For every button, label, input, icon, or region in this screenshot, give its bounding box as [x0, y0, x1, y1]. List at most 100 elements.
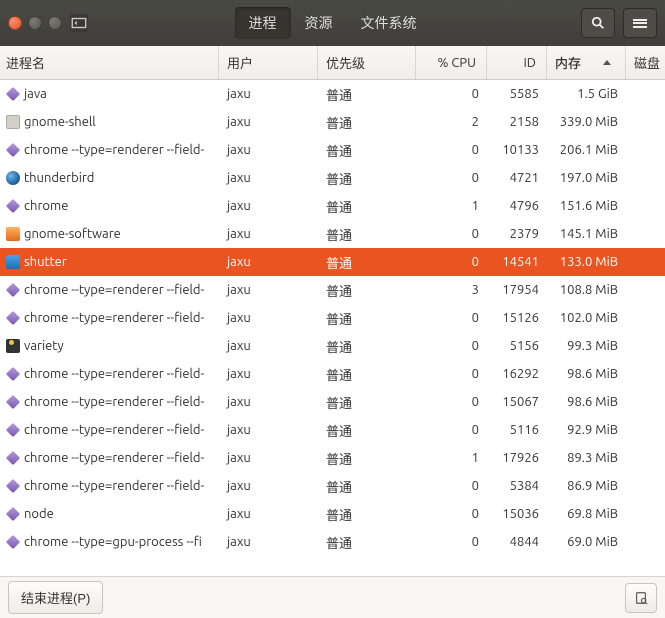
table-header: 进程名 用户 优先级 % CPU ID 内存 磁盘 [0, 46, 665, 80]
process-name: chrome --type=renderer --field- [24, 423, 204, 437]
tab-filesystems[interactable]: 文件系统 [347, 7, 431, 39]
process-priority: 普通 [318, 281, 416, 300]
footer: 结束进程(P) [0, 576, 665, 618]
process-id: 15036 [487, 507, 547, 521]
process-name: chrome --type=renderer --field- [24, 311, 204, 325]
column-header-name[interactable]: 进程名 [0, 46, 219, 79]
table-row[interactable]: shutterjaxu普通014541133.0 MiB [0, 248, 665, 276]
column-header-user[interactable]: 用户 [219, 46, 318, 79]
process-cpu: 0 [416, 311, 487, 325]
process-priority: 普通 [318, 505, 416, 524]
diamond-icon [6, 143, 20, 157]
process-priority: 普通 [318, 225, 416, 244]
properties-button[interactable] [625, 583, 657, 613]
process-memory: 151.6 MiB [547, 199, 626, 213]
table-row[interactable]: gnome-softwarejaxu普通02379145.1 MiB [0, 220, 665, 248]
process-id: 4796 [487, 199, 547, 213]
diamond-icon [6, 311, 20, 325]
table-row[interactable]: chrome --type=renderer --field-jaxu普通015… [0, 304, 665, 332]
process-priority: 普通 [318, 169, 416, 188]
process-memory: 197.0 MiB [547, 171, 626, 185]
properties-icon [634, 591, 648, 605]
table-row[interactable]: gnome-shelljaxu普通22158339.0 MiB [0, 108, 665, 136]
table-row[interactable]: chromejaxu普通14796151.6 MiB [0, 192, 665, 220]
process-priority: 普通 [318, 309, 416, 328]
process-memory: 98.6 MiB [547, 395, 626, 409]
process-user: jaxu [219, 143, 318, 157]
table-row[interactable]: chrome --type=renderer --field-jaxu普通317… [0, 276, 665, 304]
table-row[interactable]: chrome --type=renderer --field-jaxu普通010… [0, 136, 665, 164]
process-priority: 普通 [318, 253, 416, 272]
column-header-disk[interactable]: 磁盘 [626, 46, 665, 79]
table-row[interactable]: chrome --type=renderer --field-jaxu普通016… [0, 360, 665, 388]
column-header-memory-label: 内存 [555, 53, 581, 72]
process-cpu: 0 [416, 143, 487, 157]
table-row[interactable]: chrome --type=renderer --field-jaxu普通053… [0, 472, 665, 500]
header-right [581, 8, 657, 38]
table-row[interactable]: chrome --type=renderer --field-jaxu普通015… [0, 388, 665, 416]
process-name: chrome [24, 199, 68, 213]
process-name: chrome --type=renderer --field- [24, 451, 204, 465]
diamond-icon [6, 87, 20, 101]
process-memory: 98.6 MiB [547, 367, 626, 381]
process-user: jaxu [219, 171, 318, 185]
process-user: jaxu [219, 395, 318, 409]
process-memory: 339.0 MiB [547, 115, 626, 129]
tab-processes[interactable]: 进程 [235, 7, 291, 39]
process-cpu: 0 [416, 423, 487, 437]
process-cpu: 0 [416, 227, 487, 241]
table-row[interactable]: nodejaxu普通01503669.8 MiB [0, 500, 665, 528]
table-row[interactable]: chrome --type=renderer --field-jaxu普通051… [0, 416, 665, 444]
process-name: thunderbird [24, 171, 94, 185]
process-priority: 普通 [318, 421, 416, 440]
process-priority: 普通 [318, 113, 416, 132]
window-minimize-button[interactable] [28, 16, 42, 30]
window-close-button[interactable] [8, 16, 22, 30]
table-row[interactable]: chrome --type=renderer --field-jaxu普通117… [0, 444, 665, 472]
process-cpu: 0 [416, 535, 487, 549]
process-user: jaxu [219, 311, 318, 325]
column-header-cpu[interactable]: % CPU [416, 46, 487, 79]
process-memory: 206.1 MiB [547, 143, 626, 157]
process-priority: 普通 [318, 337, 416, 356]
process-memory: 99.3 MiB [547, 339, 626, 353]
process-cpu: 0 [416, 367, 487, 381]
process-id: 10133 [487, 143, 547, 157]
table-row[interactable]: javajaxu普通055851.5 GiB [0, 80, 665, 108]
diamond-icon [6, 199, 20, 213]
process-user: jaxu [219, 367, 318, 381]
tab-resources[interactable]: 资源 [291, 7, 347, 39]
column-header-priority[interactable]: 优先级 [318, 46, 416, 79]
table-row[interactable]: varietyjaxu普通0515699.3 MiB [0, 332, 665, 360]
process-cpu: 0 [416, 255, 487, 269]
table-row[interactable]: thunderbirdjaxu普通04721197.0 MiB [0, 164, 665, 192]
search-button[interactable] [581, 8, 615, 38]
process-user: jaxu [219, 339, 318, 353]
process-id: 15126 [487, 311, 547, 325]
window-maximize-button[interactable] [48, 16, 62, 30]
search-icon [591, 16, 605, 30]
process-id: 5384 [487, 479, 547, 493]
column-header-memory[interactable]: 内存 [547, 46, 626, 79]
hamburger-icon [633, 17, 647, 29]
process-memory: 145.1 MiB [547, 227, 626, 241]
process-cpu: 1 [416, 451, 487, 465]
process-table[interactable]: javajaxu普通055851.5 GiBgnome-shelljaxu普通2… [0, 80, 665, 576]
end-process-button[interactable]: 结束进程(P) [8, 581, 103, 614]
process-priority: 普通 [318, 449, 416, 468]
diamond-icon [6, 283, 20, 297]
app-icon [70, 14, 88, 32]
process-id: 2158 [487, 115, 547, 129]
thunderbird-icon [6, 171, 20, 185]
process-user: jaxu [219, 479, 318, 493]
process-memory: 86.9 MiB [547, 479, 626, 493]
menu-button[interactable] [623, 8, 657, 38]
process-id: 15067 [487, 395, 547, 409]
diamond-icon [6, 367, 20, 381]
process-id: 4844 [487, 535, 547, 549]
process-name: gnome-shell [24, 115, 96, 129]
variety-icon [6, 339, 20, 353]
table-row[interactable]: chrome --type=gpu-process --fijaxu普通0484… [0, 528, 665, 556]
column-header-id[interactable]: ID [487, 46, 547, 79]
process-id: 4721 [487, 171, 547, 185]
